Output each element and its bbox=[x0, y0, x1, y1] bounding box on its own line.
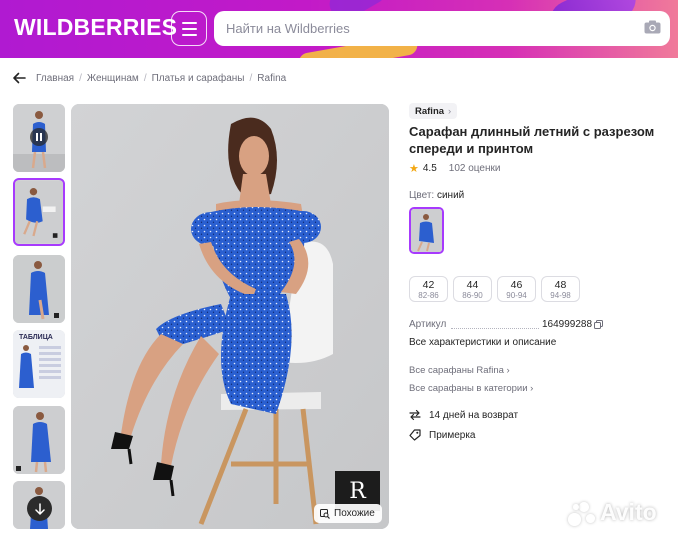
thumbnail-image: ТАБЛИЦА bbox=[13, 330, 65, 398]
tag-icon bbox=[409, 429, 421, 441]
avito-watermark: Avito bbox=[568, 499, 657, 526]
brand-category-link[interactable]: Все сарафаны Rafina › bbox=[409, 365, 510, 376]
sku-label: Артикул bbox=[409, 319, 447, 330]
header: WILDBERRIES Найти на Wildberries bbox=[0, 0, 678, 58]
color-value: синий bbox=[436, 190, 465, 201]
arrow-down-icon bbox=[34, 502, 45, 515]
thumb-size-table[interactable]: ТАБЛИЦА bbox=[13, 330, 65, 398]
thumbnail-image bbox=[13, 255, 65, 323]
return-policy: 14 дней на возврат bbox=[409, 409, 518, 421]
breadcrumb-dresses[interactable]: Платья и сарафаны bbox=[152, 73, 245, 84]
similar-label: Похожие bbox=[334, 508, 375, 519]
search-input[interactable]: Найти на Wildberries bbox=[214, 11, 670, 46]
breadcrumb-brand[interactable]: Rafina bbox=[257, 73, 286, 84]
sku-row: Артикул 164999288 bbox=[409, 319, 609, 330]
color-label: Цвет: синий bbox=[409, 190, 465, 201]
chevron-right-icon: › bbox=[530, 383, 534, 394]
thumbnail-image bbox=[15, 180, 63, 244]
chevron-right-icon: › bbox=[506, 365, 510, 376]
wildberries-logo[interactable]: WILDBERRIES bbox=[14, 14, 177, 41]
rating-value: 4.5 bbox=[422, 163, 437, 174]
menu-button[interactable] bbox=[171, 11, 207, 46]
size-option[interactable]: 48 94-98 bbox=[541, 276, 580, 302]
return-arrows-icon bbox=[409, 409, 421, 421]
chevron-right-icon: › bbox=[448, 105, 452, 117]
menu-icon bbox=[181, 21, 197, 24]
play-pause-icon[interactable] bbox=[30, 128, 48, 146]
similar-search-icon bbox=[320, 508, 330, 519]
star-icon: ★ bbox=[409, 163, 419, 175]
fitting-option: Примерка bbox=[409, 429, 476, 441]
thumb-3[interactable] bbox=[13, 255, 65, 323]
thumb-video[interactable] bbox=[13, 104, 65, 172]
breadcrumb: Главная / Женщинам / Платья и сарафаны / Ra… bbox=[36, 73, 287, 84]
reviews-link[interactable]: 102 оценки bbox=[449, 163, 501, 174]
product-image bbox=[71, 104, 389, 529]
category-link[interactable]: Все сарафаны в категории › bbox=[409, 383, 533, 394]
thumb-5[interactable] bbox=[13, 406, 65, 474]
breadcrumb-home[interactable]: Главная bbox=[36, 73, 74, 84]
brand-name: Rafina bbox=[415, 105, 445, 117]
size-option[interactable]: 44 86-90 bbox=[453, 276, 492, 302]
thumbnail-image bbox=[13, 406, 65, 474]
avito-logo-icon bbox=[568, 500, 596, 526]
product-rating: ★ 4.5 102 оценки bbox=[409, 162, 500, 175]
avito-wordmark: Avito bbox=[600, 499, 657, 525]
swatch-image bbox=[411, 209, 442, 252]
scroll-down-button[interactable] bbox=[27, 496, 52, 521]
size-selector: 42 82-86 44 86-90 46 90-94 48 94-98 bbox=[409, 276, 580, 302]
thumb-caption: ТАБЛИЦА bbox=[19, 334, 53, 341]
brand-link[interactable]: Rafina › bbox=[409, 103, 458, 119]
main-product-photo[interactable] bbox=[71, 104, 389, 529]
back-arrow-icon[interactable] bbox=[12, 71, 26, 85]
search-placeholder: Найти на Wildberries bbox=[226, 21, 350, 36]
breadcrumb-women[interactable]: Женщинам bbox=[87, 73, 139, 84]
product-title: Сарафан длинный летний с разрезом сперед… bbox=[409, 124, 655, 156]
all-characteristics-link[interactable]: Все характеристики и описание bbox=[409, 337, 556, 348]
sku-value: 164999288 bbox=[542, 319, 593, 330]
copy-icon[interactable] bbox=[594, 320, 603, 329]
thumb-2[interactable] bbox=[13, 178, 65, 246]
color-swatch[interactable] bbox=[409, 207, 444, 254]
camera-icon[interactable] bbox=[644, 20, 661, 34]
size-option[interactable]: 46 90-94 bbox=[497, 276, 536, 302]
size-option[interactable]: 42 82-86 bbox=[409, 276, 448, 302]
similar-button[interactable]: Похожие bbox=[314, 504, 382, 523]
